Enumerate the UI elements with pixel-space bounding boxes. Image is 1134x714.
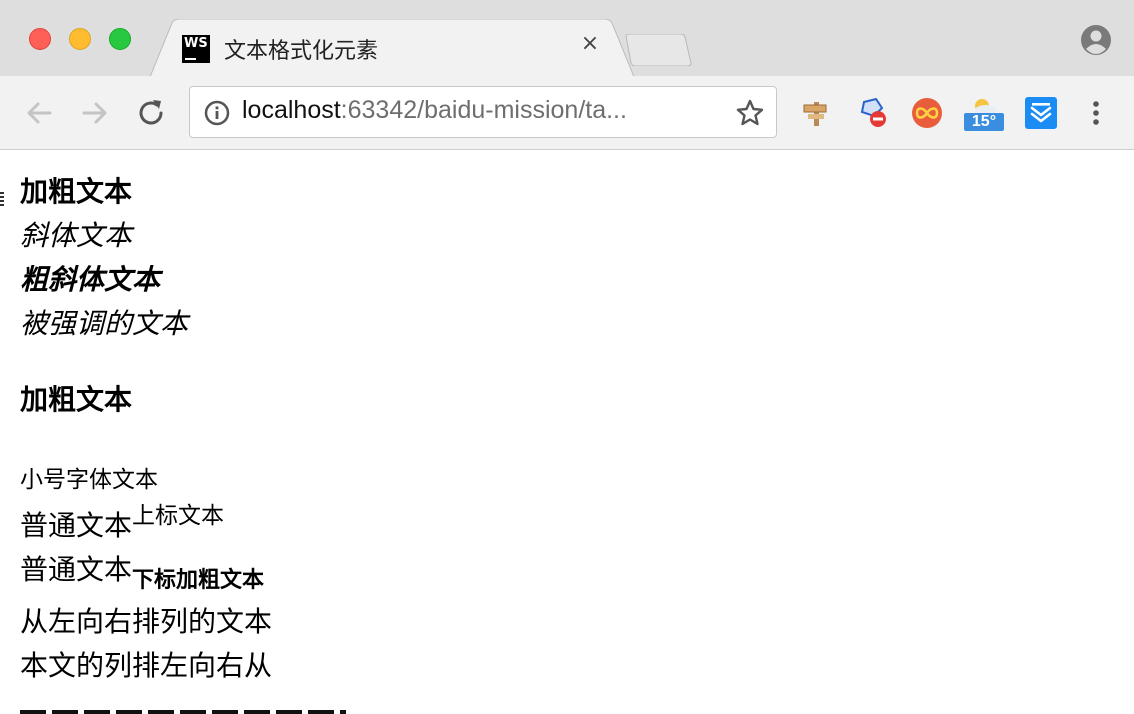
zoom-window-button[interactable] <box>109 28 131 50</box>
blocker-extension-icon[interactable] <box>856 96 890 130</box>
info-icon[interactable] <box>204 100 230 126</box>
weather-temperature-badge: 15° <box>964 113 1004 131</box>
url-host: localhost <box>242 96 341 124</box>
close-window-button[interactable] <box>29 28 51 50</box>
tab-title: 文本格式化元素 <box>224 39 379 64</box>
browser-window: WS 文本格式化元素 × localhost:63342/baidu-missi… <box>0 0 1134 714</box>
subscript-line: 普通文本下标加粗文本 <box>20 548 264 593</box>
tab-strip: WS 文本格式化元素 × <box>0 0 1134 77</box>
webstorm-favicon-icon: WS <box>182 35 210 63</box>
minimize-window-button[interactable] <box>69 28 91 50</box>
bold-italic-text: 粗斜体文本 <box>20 263 161 296</box>
back-arrow-icon[interactable] <box>22 96 56 130</box>
scroll-edge-mark <box>0 192 4 206</box>
superscript-line: 普通文本上标文本 <box>20 503 225 544</box>
tab-close-button[interactable]: × <box>578 32 602 56</box>
ltr-text: 从左向右排列的文本 <box>20 605 273 638</box>
url-text[interactable]: localhost:63342/baidu-mission/ta... <box>242 96 627 125</box>
more-menu-icon[interactable] <box>1084 97 1108 129</box>
url-path: :63342/baidu-mission/ta... <box>340 96 627 124</box>
bookmark-star-icon[interactable] <box>735 98 765 128</box>
emphasized-text: 被强调的文本 <box>20 307 189 340</box>
subscript-bold-text: 下标加粗文本 <box>132 568 265 593</box>
tab-active[interactable]: WS 文本格式化元素 × <box>150 19 634 77</box>
infinity-extension-icon[interactable] <box>910 96 944 130</box>
weather-extension-icon[interactable]: 15° <box>964 96 1004 131</box>
bold-text: 加粗文本 <box>20 175 133 208</box>
forward-arrow-icon[interactable] <box>78 96 112 130</box>
page-content: 加粗文本 斜体文本 粗斜体文本 被强调的文本 加粗文本 小号字体文本 普通文本上… <box>0 150 1134 714</box>
profile-avatar-icon[interactable] <box>1080 24 1112 56</box>
rtl-text: 本文的列排左向右从 <box>20 649 273 682</box>
normal-text: 普通文本 <box>20 509 133 542</box>
signpost-extension-icon[interactable] <box>800 96 834 130</box>
small-text: 小号字体文本 <box>20 467 158 493</box>
superscript-text: 上标文本 <box>132 503 225 529</box>
italic-text: 斜体文本 <box>20 219 133 252</box>
download-extension-icon[interactable] <box>1024 96 1058 130</box>
normal-text: 普通文本 <box>20 553 133 586</box>
address-bar[interactable]: localhost:63342/baidu-mission/ta... <box>189 86 777 138</box>
browser-toolbar: localhost:63342/baidu-mission/ta... 15° <box>0 76 1134 150</box>
bold-text-heading: 加粗文本 <box>20 383 133 416</box>
reload-icon[interactable] <box>134 96 168 130</box>
new-tab-button[interactable] <box>624 33 692 70</box>
cut-off-text <box>20 710 346 714</box>
